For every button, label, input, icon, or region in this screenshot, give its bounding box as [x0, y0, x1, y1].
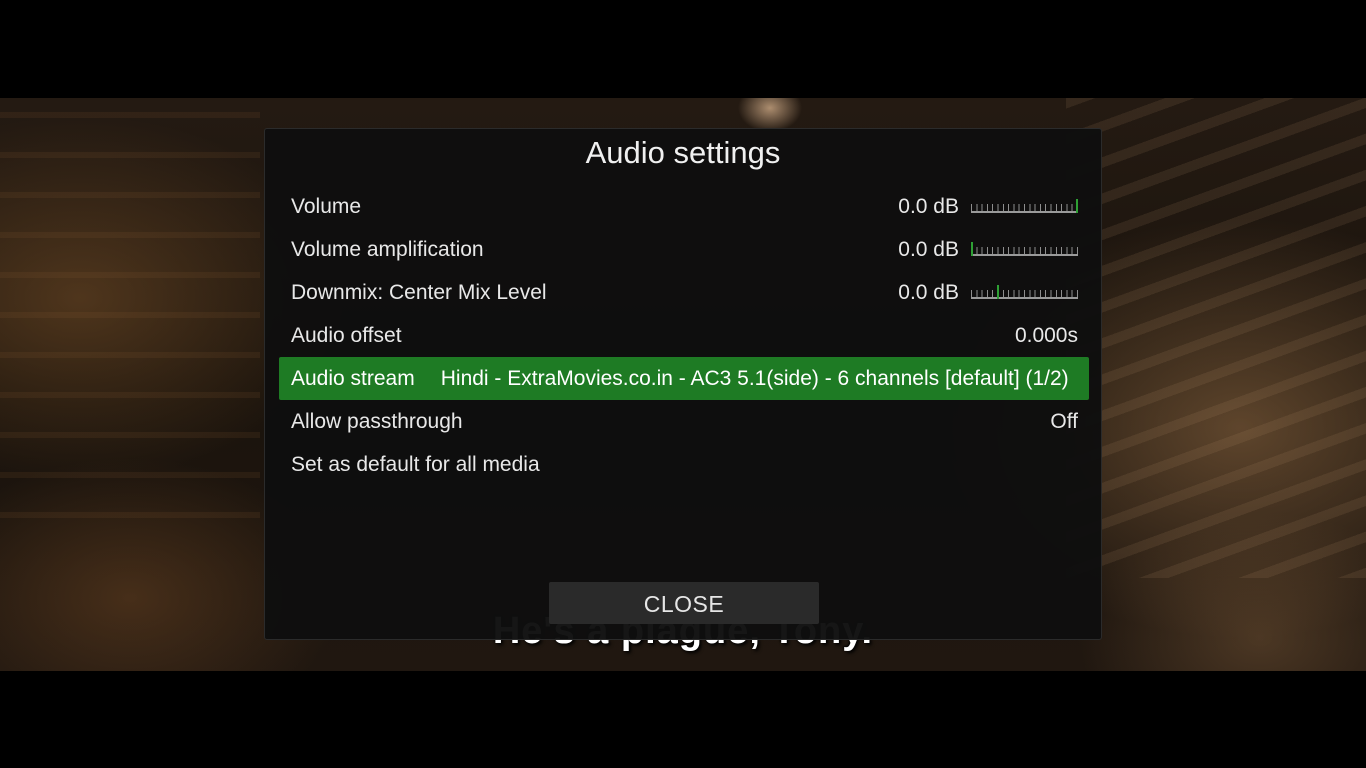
settings-list: Volume 0.0 dB Volume amplification 0.0 d…	[279, 185, 1089, 486]
close-button[interactable]: CLOSE	[549, 582, 819, 624]
slider-thumb[interactable]	[1076, 198, 1078, 213]
setting-value: 0.0 dB	[898, 194, 959, 218]
setting-value: 0.0 dB	[898, 237, 959, 261]
setting-label: Volume	[291, 194, 362, 218]
setting-row-downmix-center-mix-level[interactable]: Downmix: Center Mix Level 0.0 dB	[279, 271, 1089, 314]
volume-amplification-slider[interactable]	[971, 241, 1078, 258]
setting-row-allow-passthrough[interactable]: Allow passthrough Off	[279, 400, 1089, 443]
slider-track	[971, 210, 1078, 213]
slider-track	[971, 253, 1078, 256]
slider-track	[971, 296, 1078, 299]
setting-row-audio-stream[interactable]: Audio stream Hindi - ExtraMovies.co.in -…	[279, 357, 1089, 400]
slider-thumb[interactable]	[997, 284, 999, 299]
setting-row-volume[interactable]: Volume 0.0 dB	[279, 185, 1089, 228]
downmix-center-mix-level-slider[interactable]	[971, 284, 1078, 301]
setting-value: 0.0 dB	[898, 280, 959, 304]
setting-label: Audio stream	[291, 366, 415, 390]
setting-label: Audio offset	[291, 323, 402, 347]
setting-row-volume-amplification[interactable]: Volume amplification 0.0 dB	[279, 228, 1089, 271]
setting-label: Set as default for all media	[291, 452, 540, 476]
slider-ticks	[971, 203, 1078, 211]
setting-row-audio-offset[interactable]: Audio offset 0.000s	[279, 314, 1089, 357]
setting-label: Allow passthrough	[291, 409, 463, 433]
setting-label: Downmix: Center Mix Level	[291, 280, 547, 304]
slider-ticks	[971, 246, 1078, 254]
slider-ticks	[971, 289, 1078, 297]
audio-settings-dialog: Audio settings Volume 0.0 dB Volume ampl…	[264, 128, 1102, 640]
setting-value: 0.000s	[1014, 323, 1078, 347]
slider-thumb[interactable]	[971, 241, 973, 256]
setting-value: Off	[1050, 409, 1078, 433]
volume-slider[interactable]	[971, 198, 1078, 215]
setting-label: Volume amplification	[291, 237, 484, 261]
setting-row-set-as-default[interactable]: Set as default for all media	[279, 443, 1089, 486]
dialog-title: Audio settings	[585, 135, 781, 170]
setting-value: Hindi - ExtraMovies.co.in - AC3 5.1(side…	[440, 366, 1069, 390]
